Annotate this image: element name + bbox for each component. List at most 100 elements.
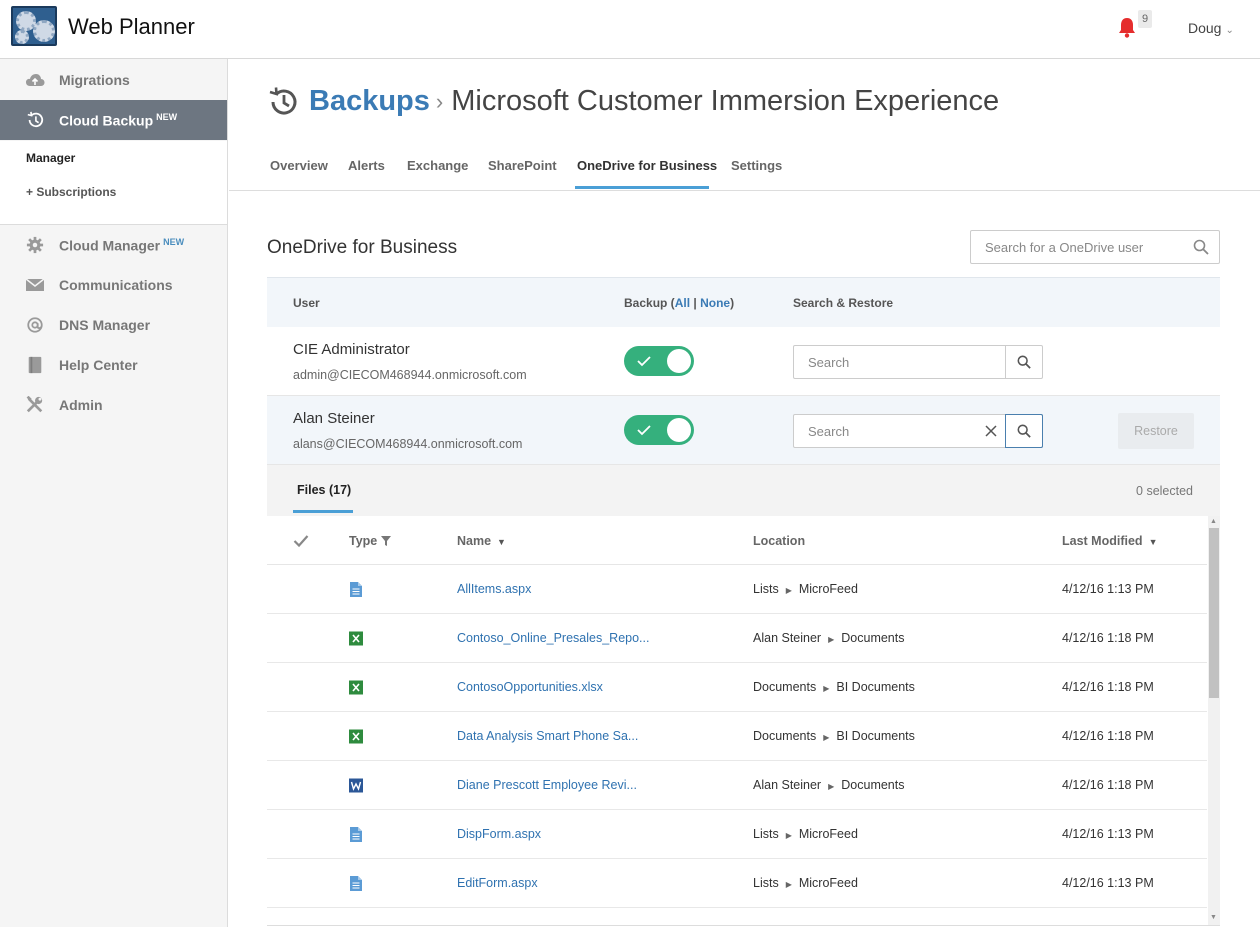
file-location: Lists ▶ MicroFeed <box>753 827 858 841</box>
restore-search-button[interactable] <box>1005 414 1043 448</box>
check-icon <box>637 356 651 367</box>
table-row[interactable]: Data Analysis Smart Phone Sa... Documents… <box>267 712 1207 761</box>
restore-button[interactable]: Restore <box>1118 413 1194 449</box>
clear-icon[interactable] <box>984 424 998 438</box>
file-location: Alan Steiner ▶ Documents <box>753 631 905 645</box>
header-search-restore: Search & Restore <box>793 296 894 310</box>
file-name-link[interactable]: ContosoOpportunities.xlsx <box>457 680 603 694</box>
file-name-link[interactable]: Diane Prescott Employee Revi... <box>457 778 637 792</box>
header-divider: | <box>693 296 697 310</box>
user-email: admin@CIECOM468944.onmicrosoft.com <box>293 368 527 382</box>
user-menu[interactable]: Doug ⌄ <box>1188 20 1234 36</box>
user-name: Doug <box>1188 20 1222 36</box>
location-part: Lists <box>753 876 779 890</box>
top-bar: Web Planner 9 Doug ⌄ <box>0 0 1260 59</box>
filter-icon[interactable] <box>380 536 391 546</box>
subnav-subscriptions[interactable]: + Subscriptions <box>26 185 116 199</box>
user-row: CIE Administrator admin@CIECOM468944.onm… <box>267 327 1220 396</box>
search-icon[interactable] <box>1193 239 1209 255</box>
sidebar-item-migrations[interactable]: Migrations <box>0 60 227 100</box>
sidebar-item-dns-manager[interactable]: DNS Manager <box>0 305 227 345</box>
breadcrumb: Backups › Microsoft Customer Immersion E… <box>267 85 999 118</box>
file-name-link[interactable]: DispForm.aspx <box>457 827 541 841</box>
location-part: MicroFeed <box>798 582 858 596</box>
location-part: Documents <box>841 631 905 645</box>
tab-files[interactable]: Files (17) <box>297 483 351 497</box>
sidebar-item-admin[interactable]: Admin <box>0 385 227 425</box>
file-name-link[interactable]: EditForm.aspx <box>457 876 538 890</box>
sort-desc-icon: ▼ <box>497 537 506 547</box>
header-close-paren: ) <box>730 296 735 310</box>
selected-count: 0 selected <box>1136 484 1193 498</box>
user-name: Alan Steiner <box>293 410 375 427</box>
sidebar-item-cloud-backup[interactable]: Cloud Backup NEW <box>0 100 227 140</box>
sidebar-item-label: Communications <box>59 277 173 293</box>
history-icon <box>269 86 297 115</box>
users-table-header: User Backup (All | None) Search & Restor… <box>267 277 1220 327</box>
tab-overview[interactable]: Overview <box>270 158 328 173</box>
logo-icon[interactable] <box>11 6 57 46</box>
book-icon <box>28 356 42 374</box>
tab-bar: Overview Alerts Exchange SharePoint OneD… <box>229 148 1260 191</box>
new-badge: NEW <box>156 112 178 122</box>
scrollbar-thumb[interactable] <box>1209 528 1219 698</box>
tab-exchange[interactable]: Exchange <box>407 158 468 173</box>
table-row[interactable]: ContosoOpportunities.xlsx Documents ▶ BI Do… <box>267 663 1207 712</box>
search-icon <box>1017 424 1031 438</box>
breadcrumb-backups-link[interactable]: Backups <box>309 85 430 118</box>
location-part: Documents <box>841 778 905 792</box>
location-part: Alan Steiner <box>753 778 822 792</box>
bell-icon[interactable] <box>1117 16 1137 38</box>
tab-sharepoint[interactable]: SharePoint <box>488 158 557 173</box>
check-icon[interactable] <box>293 534 309 548</box>
caret-right-icon: ▶ <box>828 635 835 644</box>
scroll-down-icon[interactable]: ▼ <box>1210 914 1217 921</box>
sidebar-item-help-center[interactable]: Help Center <box>0 345 227 385</box>
location-part: BI Documents <box>836 680 915 694</box>
sidebar-item-label: DNS Manager <box>59 317 151 333</box>
backup-toggle[interactable] <box>624 415 694 445</box>
tab-onedrive[interactable]: OneDrive for Business <box>577 158 717 173</box>
table-row[interactable]: AllItems.aspx Lists ▶ MicroFeed 4/12/16 1:13… <box>267 565 1207 614</box>
tab-alerts[interactable]: Alerts <box>348 158 385 173</box>
location-part: Lists <box>753 582 779 596</box>
backup-toggle[interactable] <box>624 346 694 376</box>
user-name: CIE Administrator <box>293 341 410 358</box>
new-badge: NEW <box>163 237 185 247</box>
file-name-link[interactable]: Contoso_Online_Presales_Repo... <box>457 631 649 645</box>
restore-search-input[interactable] <box>794 415 969 447</box>
file-icon <box>350 876 362 891</box>
location-part: MicroFeed <box>798 827 858 841</box>
header-modified[interactable]: Last Modified ▼ <box>1062 534 1157 548</box>
file-location: Alan Steiner ▶ Documents <box>753 778 905 792</box>
table-row[interactable]: Contoso_Online_Presales_Repo... Alan Stei… <box>267 614 1207 663</box>
table-row[interactable]: Diane Prescott Employee Revi... Alan Stei… <box>267 761 1207 810</box>
header-backup: Backup (All | None) <box>624 296 734 310</box>
restore-search <box>793 345 1043 379</box>
backup-none-link[interactable]: None <box>700 296 730 310</box>
backup-all-link[interactable]: All <box>675 296 690 310</box>
header-name[interactable]: Name ▼ <box>457 534 506 548</box>
header-backup-label: Backup ( <box>624 296 675 310</box>
file-modified: 4/12/16 1:18 PM <box>1062 729 1154 743</box>
header-type[interactable]: Type <box>349 534 391 548</box>
sidebar-item-label: Migrations <box>59 72 130 88</box>
gear-icon <box>26 236 44 254</box>
notification-count: 9 <box>1138 10 1152 28</box>
onedrive-user-search-input[interactable] <box>971 231 1186 263</box>
file-modified: 4/12/16 1:13 PM <box>1062 582 1154 596</box>
subnav-manager[interactable]: Manager <box>26 151 75 165</box>
file-name-link[interactable]: AllItems.aspx <box>457 582 531 596</box>
file-name-link[interactable]: Data Analysis Smart Phone Sa... <box>457 729 638 743</box>
table-row[interactable]: DispForm.aspx Lists ▶ MicroFeed 4/12/16 1:13… <box>267 810 1207 859</box>
sidebar-item-cloud-manager[interactable]: Cloud Manager NEW <box>0 225 227 265</box>
restore-search-input[interactable] <box>794 346 969 378</box>
table-row[interactable]: EditForm.aspx Lists ▶ MicroFeed 4/12/16 1:13… <box>267 859 1207 908</box>
tab-settings[interactable]: Settings <box>731 158 782 173</box>
restore-search-button[interactable] <box>1005 346 1042 378</box>
sidebar-item-communications[interactable]: Communications <box>0 265 227 305</box>
location-part: Documents <box>753 680 817 694</box>
excel-icon <box>349 631 363 646</box>
scroll-up-icon[interactable]: ▲ <box>1210 518 1217 525</box>
app-title: Web Planner <box>68 14 195 39</box>
